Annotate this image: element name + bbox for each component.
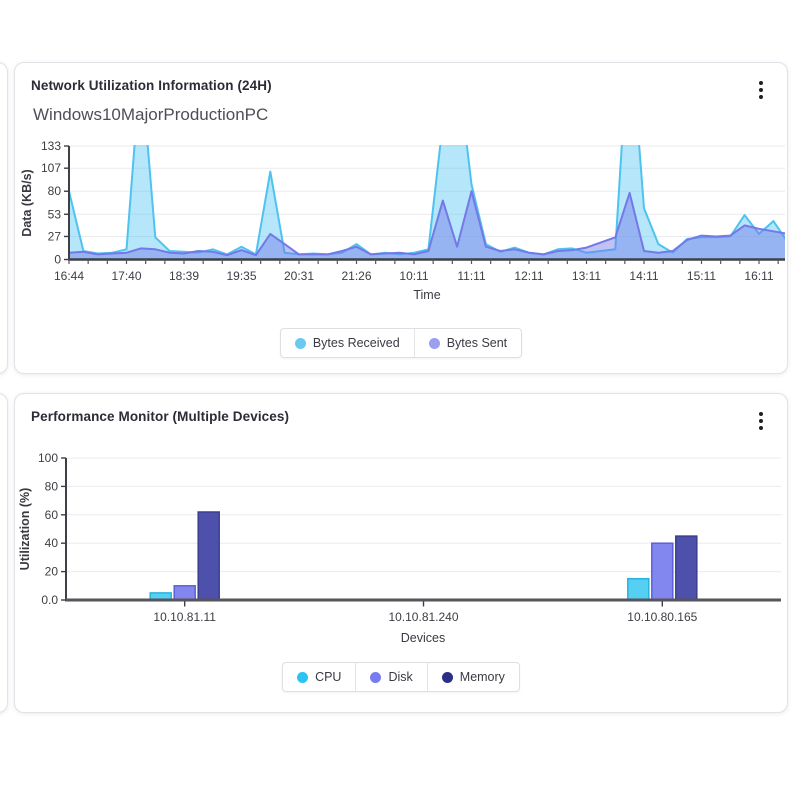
x-axis-tick-label: 19:35 (226, 269, 256, 283)
legend-item-memory[interactable]: Memory (428, 663, 519, 691)
y-axis-name: Data (KB/s) (20, 169, 34, 236)
legend-label: Bytes Received (313, 336, 400, 350)
device-name: Windows10MajorProductionPC (33, 105, 268, 125)
legend-label: Disk (388, 670, 412, 684)
legend-item-cpu[interactable]: CPU (283, 663, 356, 691)
legend-label: CPU (315, 670, 341, 684)
legend-item-bytes-sent[interactable]: Bytes Sent (415, 329, 521, 357)
legend-color-dot-disk (370, 672, 381, 683)
x-axis-tick-label: 10.10.80.165 (627, 610, 697, 624)
legend-color-dot-bytes-sent (429, 338, 440, 349)
kebab-menu-icon[interactable] (751, 76, 771, 104)
y-axis-tick-label: 133 (41, 139, 61, 153)
adjacent-card-edge-bottom (0, 393, 8, 713)
card-title: Performance Monitor (Multiple Devices) (31, 409, 289, 424)
performance-chart-legend: CPU Disk Memory (15, 662, 787, 692)
x-axis-tick-label: 10.10.81.11 (153, 610, 216, 624)
x-axis-tick-label: 17:40 (111, 269, 141, 283)
x-axis-name: Time (413, 288, 440, 302)
legend-box: CPU Disk Memory (282, 662, 520, 692)
y-axis-tick-label: 53 (48, 207, 62, 221)
y-axis-tick-label: 0.0 (41, 593, 58, 607)
performance-monitor-chart[interactable]: 0.0 20 40 60 80 100 10.10.81.11 10.10.81.240 10.… (15, 394, 787, 656)
network-utilization-chart[interactable]: 0 27 53 80 107 133 16:44 17:40 18:39 19:35 20:31 21… (15, 63, 787, 315)
network-utilization-card: 0 27 53 80 107 133 16:44 17:40 18:39 19:35 20:31 21… (14, 62, 788, 374)
y-axis-tick-label: 80 (45, 479, 59, 493)
y-axis-tick-label: 27 (48, 229, 62, 243)
legend-color-dot-memory (442, 672, 453, 683)
y-axis-tick-label: 107 (41, 161, 61, 175)
legend-label: Memory (460, 670, 505, 684)
x-axis-tick-label: 15:11 (687, 269, 716, 283)
x-axis-tick-label: 16:44 (54, 269, 84, 283)
legend-item-bytes-received[interactable]: Bytes Received (281, 329, 415, 357)
x-axis-tick-label: 20:31 (284, 269, 314, 283)
legend-item-disk[interactable]: Disk (356, 663, 427, 691)
area-line-bytes-received[interactable] (69, 21, 788, 255)
y-axis-tick-label: 60 (45, 508, 59, 522)
x-axis-tick-label: 10.10.81.240 (388, 610, 458, 624)
x-axis-tick-label: 18:39 (169, 269, 199, 283)
y-axis-tick-label: 20 (45, 565, 59, 579)
bar-disk-10.10.81.11[interactable] (174, 586, 195, 600)
x-axis-tick-label: 10:11 (399, 269, 428, 283)
x-axis-tick-label: 13:11 (572, 269, 601, 283)
area-fill-bytes-received[interactable] (69, 21, 788, 260)
bar-memory-10.10.80.165[interactable] (676, 536, 697, 600)
legend-label: Bytes Sent (447, 336, 507, 350)
x-axis-tick-label: 11:11 (457, 269, 486, 283)
y-axis-tick-label: 100 (38, 451, 58, 465)
y-axis-name: Utilization (%) (18, 488, 32, 571)
area-series-group (69, 21, 788, 260)
adjacent-card-edge-top (0, 62, 8, 374)
dashboard-page: { "cards": [ { "title": "Network Utiliza… (0, 0, 800, 800)
x-axis-tick-label: 16:11 (744, 269, 773, 283)
bar-memory-10.10.81.11[interactable] (198, 512, 219, 600)
y-axis-tick-label: 40 (45, 536, 59, 550)
kebab-menu-icon[interactable] (751, 407, 771, 435)
x-axis-tick-label: 21:26 (341, 269, 371, 283)
bar-disk-10.10.80.165[interactable] (652, 543, 673, 600)
x-axis-name: Devices (401, 631, 445, 645)
legend-color-dot-bytes-received (295, 338, 306, 349)
y-axis-tick-label: 0 (54, 253, 61, 267)
bar-cpu-10.10.80.165[interactable] (628, 579, 649, 600)
performance-monitor-card: 0.0 20 40 60 80 100 10.10.81.11 10.10.81.240 10.… (14, 393, 788, 713)
card-title: Network Utilization Information (24H) (31, 78, 272, 93)
legend-box: Bytes Received Bytes Sent (280, 328, 522, 358)
x-axis-tick-label: 14:11 (629, 269, 658, 283)
network-chart-legend: Bytes Received Bytes Sent (15, 328, 787, 358)
y-axis-tick-label: 80 (48, 184, 62, 198)
x-axis-tick-label: 12:11 (514, 269, 543, 283)
legend-color-dot-cpu (297, 672, 308, 683)
